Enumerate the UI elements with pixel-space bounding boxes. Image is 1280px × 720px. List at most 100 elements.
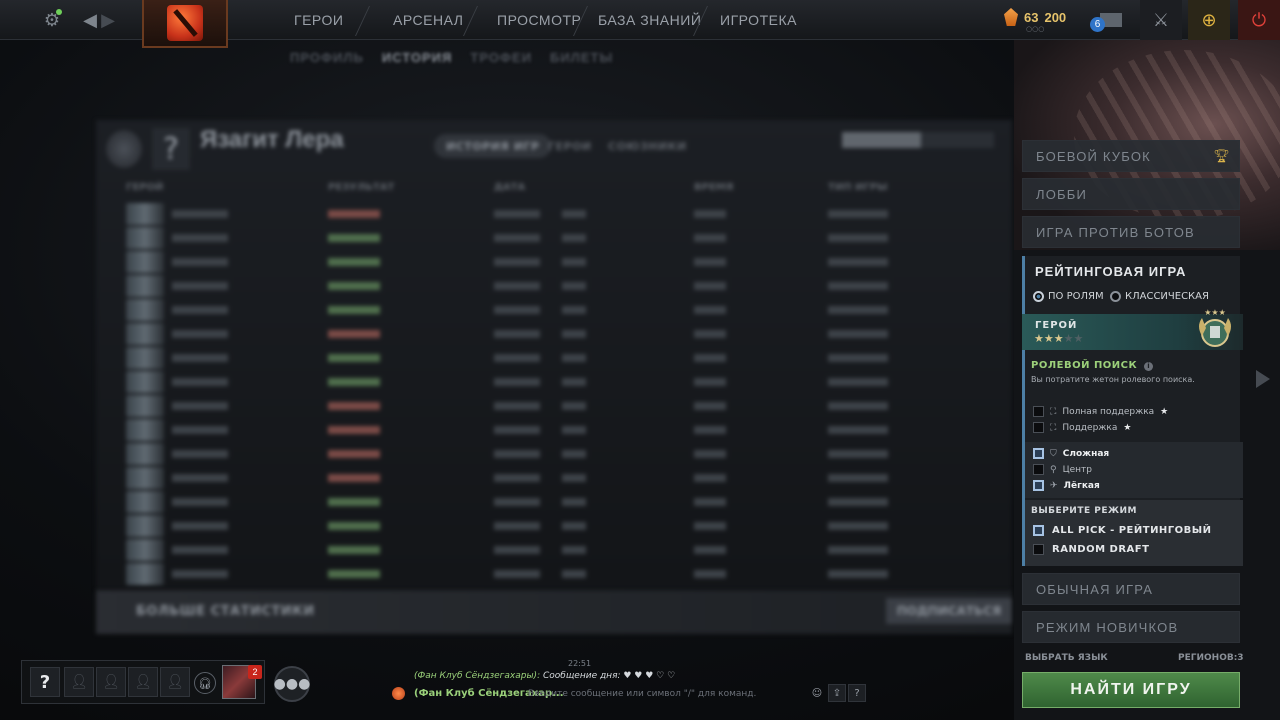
- party-slot-empty[interactable]: 👤︎: [96, 667, 126, 697]
- table-row[interactable]: [96, 442, 1012, 466]
- mode-newbie[interactable]: РЕЖИМ НОВИЧКОВ: [1022, 611, 1240, 643]
- checkbox-all-pick[interactable]: [1033, 525, 1044, 536]
- radio-classic[interactable]: КЛАССИЧЕСКАЯ: [1110, 291, 1209, 302]
- find-game-button[interactable]: НАЙТИ ИГРУ: [1022, 672, 1240, 708]
- hero-portrait: [126, 251, 164, 273]
- choose-language-link[interactable]: ВЫБРАТЬ ЯЗЫК: [1025, 653, 1108, 663]
- role-soft-support[interactable]: ⛶ Поддержка ★: [1033, 422, 1131, 433]
- table-row[interactable]: [96, 370, 1012, 394]
- table-row[interactable]: [96, 250, 1012, 274]
- table-row[interactable]: [96, 514, 1012, 538]
- game-mode-random-draft[interactable]: RANDOM DRAFT: [1033, 544, 1149, 555]
- role-carry[interactable]: ⛉ Сложная: [1033, 448, 1109, 459]
- nav-knowledge-base[interactable]: БАЗА ЗНАНИЙ: [598, 0, 701, 40]
- role-carry-label: Сложная: [1062, 448, 1110, 459]
- power-exit-icon[interactable]: ⏻: [1238, 0, 1280, 40]
- tab-tickets[interactable]: БИЛЕТЫ: [550, 50, 613, 65]
- table-row[interactable]: [96, 226, 1012, 250]
- mode-vs-bots[interactable]: ИГРА ПРОТИВ БОТОВ: [1022, 216, 1240, 248]
- checkbox-random-draft[interactable]: [1033, 544, 1044, 555]
- tab-trophies[interactable]: ТРОФЕИ: [470, 50, 532, 65]
- checkbox-role-carry[interactable]: [1033, 448, 1044, 459]
- mode-newbie-label: РЕЖИМ НОВИЧКОВ: [1036, 619, 1179, 635]
- rank-card[interactable]: ГЕРОЙ ★★★★★ ★★★: [1022, 308, 1243, 350]
- side-arrow-icon[interactable]: [1256, 370, 1270, 388]
- mode-lobby[interactable]: ЛОББИ: [1022, 178, 1240, 210]
- table-cell: [562, 378, 586, 386]
- dota-logo-home-button[interactable]: [142, 0, 228, 48]
- tab-allies[interactable]: СОЮЗНИКИ: [596, 134, 699, 158]
- tab-heroes[interactable]: ГЕРОИ: [536, 134, 604, 158]
- role-hard-support[interactable]: ⛶ Полная поддержка ★: [1033, 406, 1168, 417]
- mode-vs-bots-label: ИГРА ПРОТИВ БОТОВ: [1036, 224, 1195, 240]
- table-row[interactable]: [96, 346, 1012, 370]
- table-cell: [562, 570, 586, 578]
- radio-dot-selected: [1033, 291, 1044, 302]
- table-row[interactable]: [96, 490, 1012, 514]
- checkbox-role-mid[interactable]: [1033, 464, 1044, 475]
- tab-match-history[interactable]: ИСТОРИЯ ИГР: [434, 134, 552, 158]
- table-row[interactable]: [96, 466, 1012, 490]
- table-cell: [172, 546, 228, 554]
- nav-separator: [355, 6, 370, 36]
- info-icon[interactable]: i: [1144, 362, 1154, 371]
- armory-swords-icon[interactable]: ⚔: [1140, 0, 1182, 40]
- mail-button[interactable]: 6: [1090, 10, 1122, 32]
- nav-heroes[interactable]: ГЕРОИ: [294, 0, 343, 40]
- friends-group-icon[interactable]: ●●●: [274, 666, 310, 702]
- table-row[interactable]: [96, 394, 1012, 418]
- table-cell: [172, 258, 228, 266]
- mode-normal[interactable]: ОБЫЧНАЯ ИГРА: [1022, 573, 1240, 605]
- ranked-title[interactable]: РЕЙТИНГОВАЯ ИГРА: [1035, 264, 1186, 279]
- table-cell: [494, 570, 540, 578]
- role-mid[interactable]: ⚲ Центр: [1033, 464, 1092, 475]
- tab-history[interactable]: ИСТОРИЯ: [382, 50, 453, 65]
- party-slot-empty[interactable]: 👤︎: [64, 667, 94, 697]
- table-cell: [828, 546, 888, 554]
- nav-watch[interactable]: ПРОСМОТР: [497, 0, 581, 40]
- chat-input[interactable]: [528, 685, 808, 703]
- radio-by-role[interactable]: ПО РОЛЯМ: [1033, 291, 1104, 302]
- profile-subtabs: ПРОФИЛЬ ИСТОРИЯ ТРОФЕИ БИЛЕТЫ: [290, 50, 613, 65]
- tab-profile[interactable]: ПРОФИЛЬ: [290, 50, 364, 65]
- table-cell: [828, 498, 888, 506]
- checkbox-role-soft-support[interactable]: [1033, 422, 1044, 433]
- table-row[interactable]: [96, 538, 1012, 562]
- table-row[interactable]: [96, 562, 1012, 586]
- mode-battle-cup[interactable]: БОЕВОЙ КУБОК 🏆︎: [1022, 140, 1240, 172]
- subscribe-button[interactable]: ПОДПИСАТЬСЯ: [886, 598, 1012, 624]
- role-offlane[interactable]: ✈ Лёгкая: [1033, 480, 1100, 491]
- nav-separator: [463, 6, 478, 36]
- table-cell: [494, 210, 540, 218]
- table-row[interactable]: [96, 418, 1012, 442]
- party-slot-me[interactable]: ?: [30, 667, 60, 697]
- checkbox-role-offlane[interactable]: [1033, 480, 1044, 491]
- table-row[interactable]: [96, 274, 1012, 298]
- nav-armory[interactable]: АРСЕНАЛ: [393, 0, 463, 40]
- party-slot-empty[interactable]: 👤︎: [160, 667, 190, 697]
- forward-arrow-icon[interactable]: ▶: [96, 8, 120, 32]
- currency-display[interactable]: 63 200: [1004, 8, 1066, 26]
- dota-plus-icon[interactable]: ⊕: [1188, 0, 1230, 40]
- party-slot-empty[interactable]: 👤︎: [128, 667, 158, 697]
- chat-help-icon[interactable]: ?: [848, 684, 866, 702]
- role-soft-support-icon: ⛶: [1050, 422, 1057, 433]
- chat-channel-icon[interactable]: [392, 687, 405, 700]
- table-row[interactable]: [96, 322, 1012, 346]
- nav-arcade[interactable]: ИГРОТЕКА: [720, 0, 797, 40]
- checkbox-role-hard-support[interactable]: [1033, 406, 1044, 417]
- party-bar: ? 👤︎ 👤︎ 👤︎ 👤︎ 🎧︎ 2: [21, 660, 265, 704]
- voice-headset-icon[interactable]: 🎧︎: [194, 672, 216, 694]
- chat-share-icon[interactable]: ⇪: [828, 684, 846, 702]
- table-row[interactable]: [96, 202, 1012, 226]
- table-cell: [694, 210, 726, 218]
- table-cell: [694, 498, 726, 506]
- regions-link[interactable]: РЕГИОНОВ:3: [1178, 653, 1244, 663]
- friend-notification-badge: 2: [248, 665, 262, 679]
- player-avatar[interactable]: ?: [152, 128, 190, 170]
- table-row[interactable]: [96, 298, 1012, 322]
- emoji-icon[interactable]: ☺: [808, 684, 826, 702]
- table-cell: [562, 402, 586, 410]
- table-cell: [562, 450, 586, 458]
- game-mode-all-pick[interactable]: ALL PICK - РЕЙТИНГОВЫЙ: [1033, 525, 1212, 536]
